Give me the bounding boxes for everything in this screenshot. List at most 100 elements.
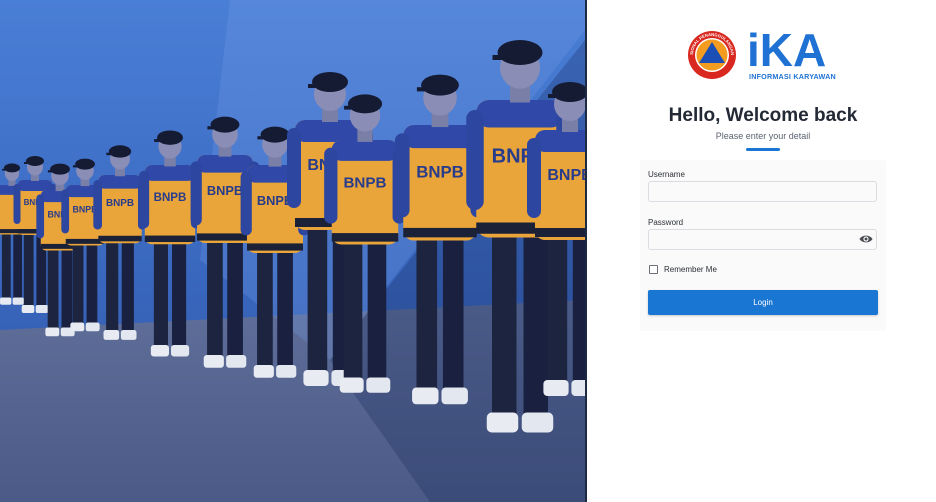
person-boot [203, 355, 224, 368]
person-boot [571, 380, 585, 396]
password-input[interactable] [648, 229, 877, 250]
person-yoke [476, 100, 564, 128]
uniform-text: BNPB [106, 198, 134, 209]
person-arm [190, 161, 202, 226]
person-leg [277, 249, 293, 369]
person-cap-brim [47, 170, 57, 173]
logo-subtitle: INFORMASI KARYAWAN [749, 72, 836, 81]
person-cap-brim [344, 105, 360, 110]
person-cap-brim [207, 126, 221, 130]
person-cap [260, 126, 290, 143]
person-leg [207, 239, 223, 359]
person-leg [72, 242, 84, 326]
person-leg [257, 249, 273, 369]
title-underline [746, 148, 780, 151]
person-leg [227, 239, 243, 359]
person-arm [394, 133, 410, 218]
person-boot [339, 377, 364, 393]
person-cap [75, 158, 95, 170]
remember-me-checkbox[interactable] [649, 265, 658, 274]
person-arm [324, 147, 338, 224]
person-cap [3, 163, 21, 173]
ika-logo-icon: iKA [747, 26, 826, 72]
person-boot [0, 297, 12, 305]
person-boot [70, 322, 85, 332]
person-arm [93, 179, 103, 230]
person-cap [210, 116, 240, 133]
person-leg [106, 240, 119, 334]
eye-icon[interactable] [859, 234, 873, 244]
hero-photo: BNPBBNPB BNPBBNPB BNPB BNPBBNPBBNPBBNPBBNPB… [0, 0, 585, 502]
person-boot [120, 330, 137, 340]
person-arm [36, 194, 45, 239]
person-boot [171, 345, 190, 357]
person-boot [521, 412, 554, 433]
page-title: Hello, Welcome back [668, 105, 858, 126]
person-cap-brim [106, 152, 117, 156]
person-cap [421, 74, 459, 96]
person-boot [486, 412, 519, 433]
person-boot [21, 305, 35, 313]
person-leg [172, 240, 187, 349]
person-cap [497, 40, 543, 65]
person-cap-brim [154, 139, 166, 142]
uniform-text: BNPB [154, 192, 187, 204]
person-cap-brim [2, 168, 10, 171]
person-leg [442, 235, 464, 393]
person-yoke [535, 130, 585, 152]
panel-divider [585, 0, 587, 502]
person-leg [13, 232, 23, 300]
person-boot [276, 365, 297, 378]
person-belt [144, 235, 196, 243]
person-yoke [197, 155, 253, 173]
bnpb-seal-icon: BADAN NASIONAL PENANGGULANGAN BENCANA [687, 30, 736, 79]
person-cap-brim [72, 165, 82, 168]
person-leg [121, 240, 134, 334]
person-boot [412, 387, 439, 405]
person-leg [47, 247, 59, 331]
uniform-text: BNPB [547, 167, 585, 184]
person-cap-brim [257, 136, 271, 140]
person-boot [253, 365, 274, 378]
person-cap [26, 156, 44, 166]
person-arm [139, 170, 150, 229]
person-leg [23, 232, 34, 308]
person-boot [85, 322, 100, 332]
username-label: Username [648, 170, 685, 179]
brand-logo: BADAN NASIONAL PENANGGULANGAN BENCANA iK… [687, 26, 847, 84]
person-cap-brim [308, 84, 324, 88]
person-leg [367, 239, 387, 383]
person-belt [247, 243, 303, 251]
person-arm [466, 110, 484, 210]
person-cap [108, 145, 132, 158]
uniform-text: BNPB [343, 175, 386, 192]
page-subtitle: Please enter your detail [715, 131, 811, 141]
person-leg [1, 232, 11, 300]
person-boot [226, 355, 247, 368]
hero-image: BNPB BNPB BNPB BNPB BNPB BNPB BNPB BNPB BNPB BNPB… [0, 0, 585, 502]
username-input[interactable] [648, 181, 877, 202]
person-cap-brim [492, 55, 513, 60]
person-leg [307, 225, 328, 375]
person-boot [543, 380, 569, 396]
person-yoke [98, 175, 142, 189]
person-boot [150, 345, 169, 357]
person-cap-brim [548, 94, 564, 98]
person-boot [35, 305, 49, 313]
uniform-text: BNPB [416, 163, 464, 182]
person-cap-brim [24, 162, 32, 164]
person-cap [157, 130, 183, 145]
person-cap [312, 72, 348, 92]
person-boot [45, 327, 60, 337]
password-label: Password [648, 218, 684, 227]
person-belt [535, 228, 585, 237]
remember-me-label[interactable]: Remember Me [664, 265, 717, 274]
person-cap-brim [416, 87, 434, 92]
person-cap [50, 163, 70, 175]
person-arm [287, 128, 301, 208]
login-button[interactable]: Login [648, 290, 878, 315]
person-yoke [17, 180, 53, 191]
person-belt [403, 227, 477, 238]
person-leg [86, 242, 98, 326]
person-leg [343, 239, 363, 383]
